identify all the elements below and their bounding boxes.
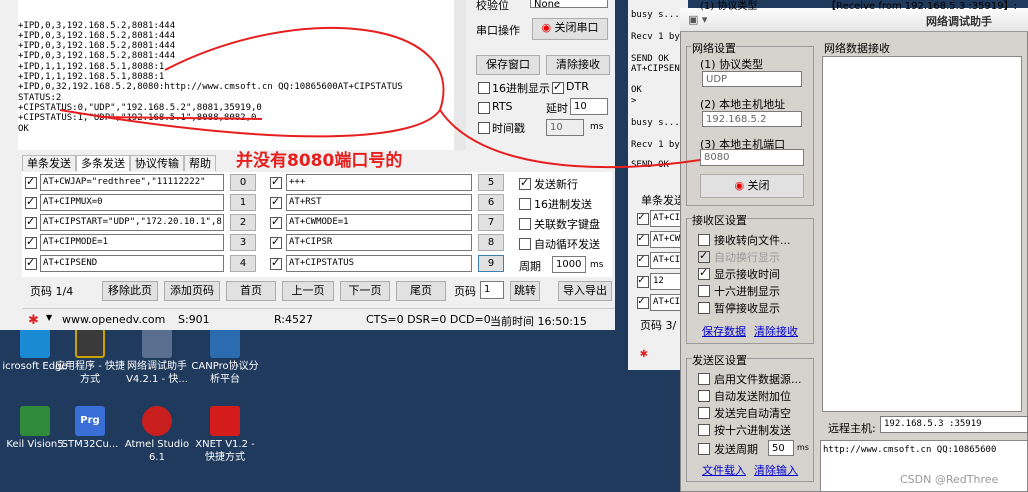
annotation-text: 并没有8080端口号的 [236, 151, 403, 171]
annotation-underline [99, 116, 263, 120]
annotation-arrow [439, 109, 701, 169]
annotation-circle [59, 27, 445, 138]
annotation-overlay [59, 27, 701, 169]
